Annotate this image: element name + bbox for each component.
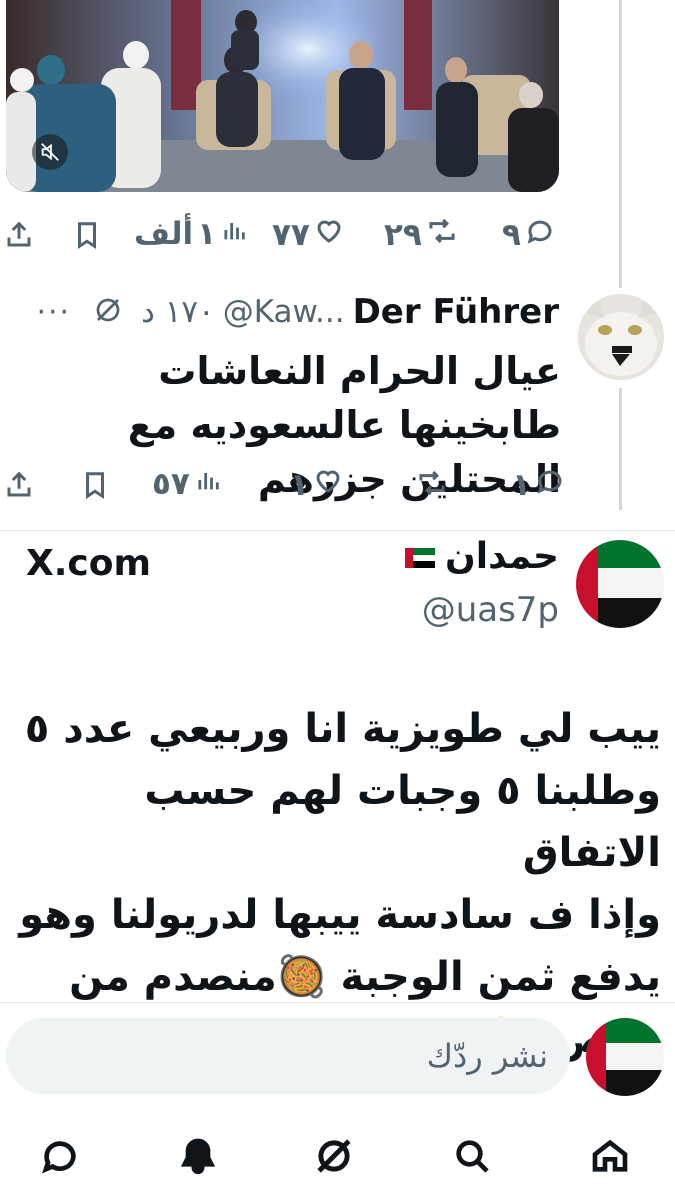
home-icon <box>590 1136 630 1180</box>
second-tweet-header: ··· ١٧٠ د @Kaw... Der Führer <box>36 290 559 334</box>
reply-input[interactable]: نشر ردّك <box>6 1018 570 1094</box>
repost-count: ٢٩ <box>384 217 422 253</box>
analytics-icon <box>220 216 248 252</box>
repost-icon <box>416 468 448 506</box>
uae-flag-icon <box>405 536 436 577</box>
bookmark-icon <box>80 470 110 508</box>
reply-button[interactable]: ١ <box>512 466 565 504</box>
heart-icon <box>313 466 343 504</box>
bookmark-button[interactable] <box>80 470 110 508</box>
quoted-text-line: ييب لي طويزية انا وربيعي عدد ٥ <box>24 706 661 752</box>
user-handle[interactable]: @Kaw... <box>223 294 345 330</box>
reply-placeholder: نشر ردّك <box>426 1037 548 1075</box>
mute-button[interactable] <box>32 134 68 170</box>
thread-line-top <box>619 0 622 288</box>
bottom-nav <box>0 1118 675 1200</box>
analytics-icon <box>194 466 222 502</box>
reply-button[interactable]: ٩ <box>502 216 555 254</box>
avatar-hamdan[interactable] <box>576 540 664 628</box>
like-button[interactable]: ١ <box>290 466 343 504</box>
source-label: X.com <box>26 543 151 584</box>
reply-count: ١ <box>512 467 531 503</box>
share-icon <box>4 220 34 258</box>
nav-messages[interactable] <box>36 1134 84 1182</box>
tweet-time: ١٧٠ د <box>141 294 215 330</box>
messages-icon <box>40 1136 80 1180</box>
quoted-text-line: وطلبنا ٥ وجبات لهم حسب الاتفاق <box>144 768 661 876</box>
video-media[interactable] <box>6 0 559 192</box>
nav-home[interactable] <box>586 1134 634 1182</box>
first-tweet-actions: ألف ١ ٧٧ ٢٩ ٩ <box>0 214 600 264</box>
like-count: ٧٧ <box>272 217 310 253</box>
repost-icon <box>426 216 458 254</box>
share-button[interactable] <box>4 220 34 258</box>
muted-speaker-icon <box>39 141 61 163</box>
display-name[interactable]: حمدان <box>445 536 559 577</box>
notifications-icon <box>178 1136 218 1180</box>
bookmark-button[interactable] <box>72 220 102 258</box>
heart-icon <box>314 216 344 254</box>
quoted-text-line: وإذا ف سادسة ييبها لدريولنا وهو <box>19 892 661 938</box>
divider <box>0 530 675 531</box>
source-text: X.com <box>26 543 152 584</box>
display-name[interactable]: Der Führer <box>353 292 559 332</box>
nav-notifications[interactable] <box>174 1134 222 1182</box>
views-button[interactable]: ألف ١ <box>134 216 248 252</box>
avatar-current-user[interactable] <box>586 1018 664 1096</box>
like-button[interactable]: ٧٧ <box>272 216 344 254</box>
comment-icon <box>535 466 565 504</box>
search-icon <box>452 1136 492 1180</box>
like-count: ١ <box>290 467 309 503</box>
bookmark-icon <box>72 220 102 258</box>
more-options-icon[interactable]: ··· <box>36 295 71 330</box>
nav-grok[interactable] <box>310 1134 358 1182</box>
repost-button[interactable] <box>416 468 448 506</box>
nav-search[interactable] <box>448 1134 496 1182</box>
share-icon <box>4 470 34 508</box>
user-handle[interactable]: @uas7p <box>422 590 559 630</box>
quoted-header: حمدان <box>405 536 559 577</box>
repost-button[interactable]: ٢٩ <box>384 216 458 254</box>
share-button[interactable] <box>4 470 34 508</box>
divider <box>0 1002 675 1003</box>
views-count: ٥٧ <box>152 466 190 502</box>
quoted-text: ييب لي طويزية انا وربيعي عدد ٥ وطلبنا ٥ … <box>11 698 661 1070</box>
thread-line-bottom <box>619 388 622 510</box>
views-prefix: ١ <box>197 216 217 252</box>
second-tweet-actions: ٥٧ ١ ١ <box>0 462 600 512</box>
views-button[interactable]: ٥٧ <box>152 466 222 502</box>
views-count: ألف <box>134 216 194 252</box>
reply-count: ٩ <box>502 217 521 253</box>
grok-icon[interactable] <box>93 295 123 329</box>
comment-icon <box>525 216 555 254</box>
quoted-text-line: يدفع ثمن الوجبة 🥘منصدم من <box>69 954 661 1000</box>
avatar-der-fuhrer[interactable] <box>578 294 664 380</box>
grok-icon <box>313 1135 355 1181</box>
